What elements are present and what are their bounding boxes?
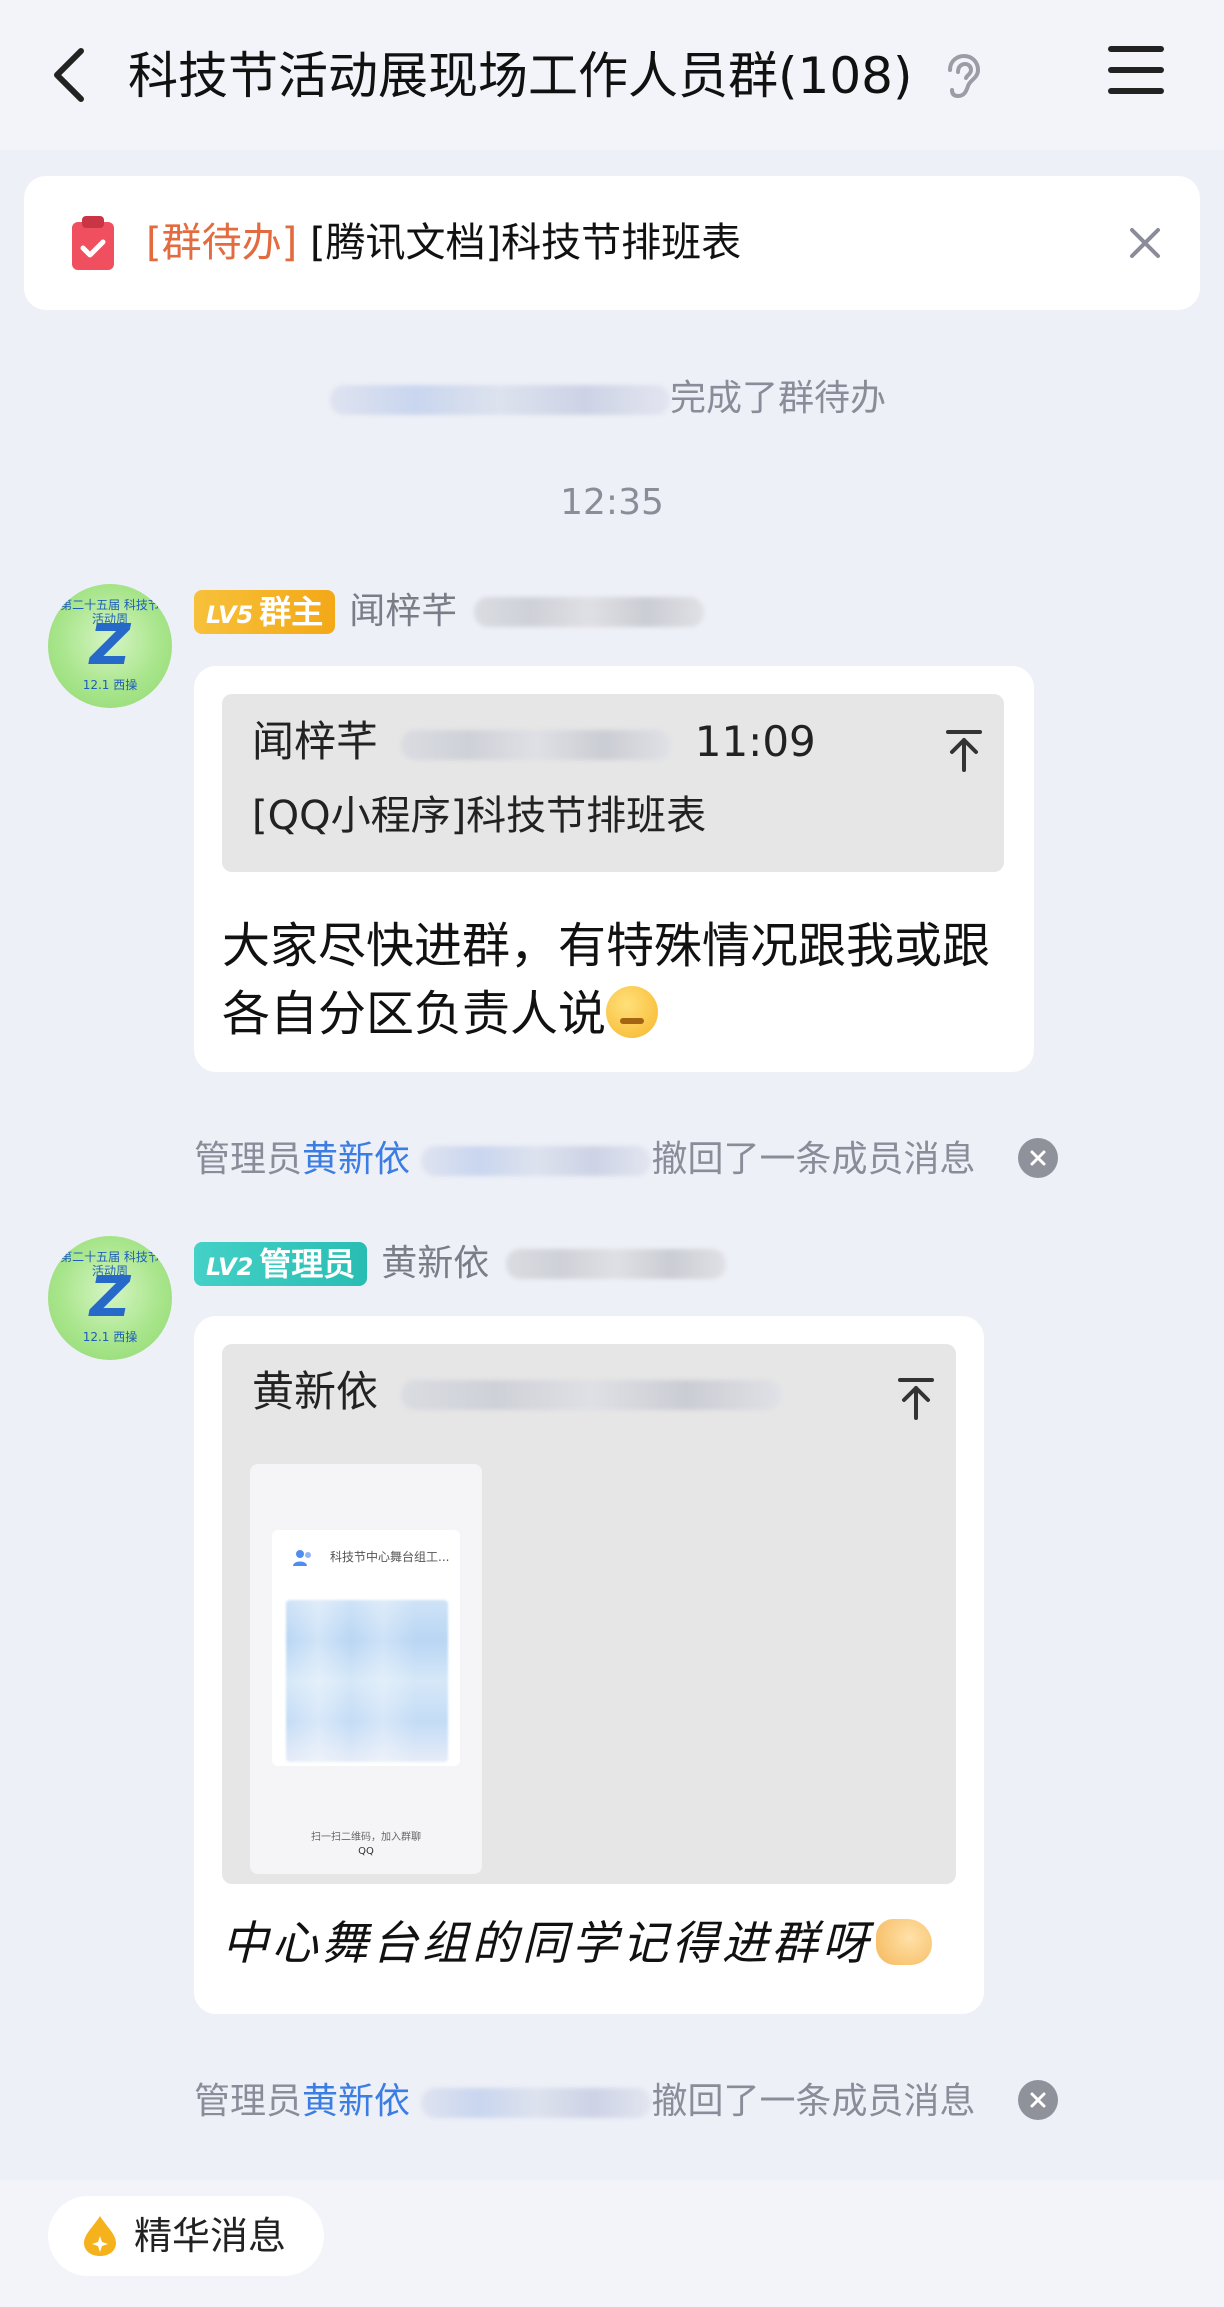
redacted-username bbox=[330, 385, 670, 415]
admin-link[interactable]: 黄新依 bbox=[302, 1139, 410, 1180]
message-text: 中心舞台组的同学记得进群呀 bbox=[222, 1916, 872, 1970]
pointing-hand-icon bbox=[876, 1919, 932, 1965]
group-card-title: 科技节中心舞台组工... bbox=[330, 1550, 450, 1564]
group-todo-banner[interactable]: [群待办] [腾讯文档]科技节排班表 bbox=[24, 176, 1200, 310]
redacted-id bbox=[474, 596, 705, 627]
admin-badge: LV2 管理员 bbox=[194, 1241, 368, 1286]
recall-notice: 管理员黄新依 撤回了一条成员消息 bbox=[194, 2081, 976, 2122]
redacted-id bbox=[421, 2088, 652, 2118]
todo-title: [腾讯文档]科技节排班表 bbox=[309, 220, 742, 266]
close-icon[interactable] bbox=[1120, 218, 1170, 268]
redacted-id bbox=[506, 1248, 727, 1279]
dismiss-icon[interactable] bbox=[1018, 1138, 1058, 1178]
avatar[interactable]: 第二十五届 科技节活动周 Z 12.1 西操 bbox=[48, 1236, 172, 1360]
sender-row: LV2 管理员 黄新依 bbox=[194, 1238, 727, 1288]
message-text: 大家尽快进群，有特殊情况跟我或跟各自分区负责人说 bbox=[222, 918, 991, 1042]
quoted-message[interactable]: 黄新依 科技节中心舞台组工... 扫一扫二维码，加入群聊 QQ bbox=[222, 1344, 956, 1884]
todo-tag: [群待办] bbox=[146, 220, 298, 266]
avatar-bottom-text: 12.1 西操 bbox=[82, 1330, 138, 1344]
redacted-id bbox=[421, 1146, 652, 1176]
redacted-id bbox=[401, 1379, 782, 1410]
system-notice-text: 完成了群待办 bbox=[670, 378, 887, 419]
redacted-id bbox=[401, 729, 672, 760]
dismiss-icon[interactable] bbox=[1018, 2080, 1058, 2120]
essence-label: 精华消息 bbox=[134, 2214, 287, 2258]
system-notice: 完成了群待办 bbox=[330, 374, 886, 424]
recall-notice: 管理员黄新依 撤回了一条成员消息 bbox=[194, 1139, 976, 1180]
flame-drop-icon bbox=[82, 2214, 118, 2258]
avatar-letter: Z bbox=[89, 613, 131, 678]
owner-badge: LV5 群主 bbox=[194, 589, 336, 634]
back-arrow-icon[interactable] bbox=[44, 42, 94, 108]
message-timestamp: 12:35 bbox=[560, 482, 664, 523]
ear-icon[interactable] bbox=[940, 52, 982, 100]
avatar-letter: Z bbox=[89, 1265, 131, 1330]
quoted-sender: 黄新依 bbox=[252, 1367, 379, 1416]
pin-top-icon[interactable] bbox=[944, 726, 984, 774]
quoted-message[interactable]: 闻梓芊 11:09 [QQ小程序]科技节排班表 bbox=[222, 694, 1004, 872]
group-icon bbox=[292, 1548, 314, 1568]
group-qr-card[interactable]: 科技节中心舞台组工... 扫一扫二维码，加入群聊 QQ bbox=[250, 1464, 482, 1874]
avatar[interactable]: 第二十五届 科技节活动周 Z 12.1 西操 bbox=[48, 584, 172, 708]
quoted-sender: 闻梓芊 bbox=[252, 717, 379, 766]
quoted-text: [QQ小程序]科技节排班表 bbox=[252, 793, 707, 839]
qq-brand: QQ bbox=[358, 1846, 374, 1857]
qr-code-image bbox=[286, 1600, 448, 1762]
essence-messages-button[interactable]: 精华消息 bbox=[48, 2196, 324, 2276]
menu-icon[interactable] bbox=[1108, 46, 1164, 102]
chat-title[interactable]: 科技节活动展现场工作人员群(108) bbox=[128, 38, 912, 114]
clipboard-check-icon bbox=[68, 214, 118, 272]
message-bubble[interactable]: 黄新依 科技节中心舞台组工... 扫一扫二维码，加入群聊 QQ 中心舞台组的同学… bbox=[194, 1316, 984, 2014]
admin-link[interactable]: 黄新依 bbox=[302, 2081, 410, 2122]
pin-top-icon[interactable] bbox=[896, 1374, 936, 1422]
sender-name[interactable]: 黄新依 bbox=[381, 1243, 489, 1284]
sender-name[interactable]: 闻梓芊 bbox=[349, 591, 457, 632]
emoji-icon bbox=[606, 986, 659, 1038]
sender-row: LV5 群主 闻梓芊 bbox=[194, 586, 705, 636]
avatar-bottom-text: 12.1 西操 bbox=[82, 678, 138, 692]
message-bubble[interactable]: 闻梓芊 11:09 [QQ小程序]科技节排班表 大家尽快进群，有特殊情况跟我或跟… bbox=[194, 666, 1034, 1072]
qr-caption: 扫一扫二维码，加入群聊 bbox=[311, 1832, 421, 1843]
quoted-time: 11:09 bbox=[694, 717, 816, 766]
